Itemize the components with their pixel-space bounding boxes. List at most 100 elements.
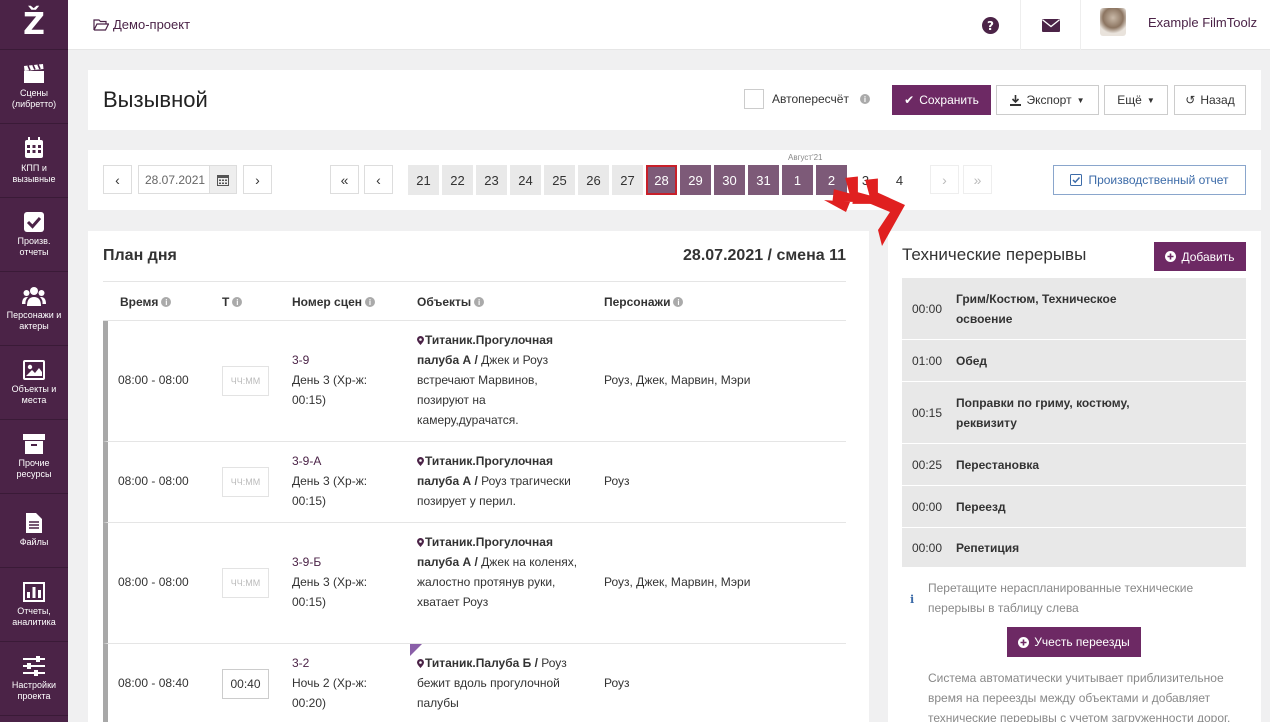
break-item[interactable]: 00:00 Репетиция [902,528,1246,568]
next-page-button[interactable]: › [930,165,959,194]
day-button[interactable]: 31 [748,165,779,195]
duration-input[interactable]: ЧЧ:ММ [222,568,269,598]
next-date-button[interactable]: › [243,165,272,194]
folder-open-icon [93,18,109,31]
autorecalc-checkbox[interactable] [744,89,764,109]
scene-number[interactable]: 3-9 [292,350,392,370]
calendar-panel: ‹ 28.07.2021 › « ‹ Август'21 21 22 23 24… [88,150,1261,210]
break-item[interactable]: 00:25 Перестановка [902,444,1246,486]
table-row[interactable]: 08:00 - 08:00 ЧЧ:ММ 3-9 День 3 (Хр-ж: 00… [103,321,846,442]
scene-number[interactable]: 3-9-А [292,451,392,471]
sidebar-item-scenes[interactable]: Сцены (либретто) [0,50,68,124]
prev-page-button[interactable]: ‹ [364,165,393,194]
break-item[interactable]: 00:00 Грим/Костюм, Техническое освоение [902,278,1246,340]
picture-icon [23,359,45,380]
messages-button[interactable] [1020,0,1080,50]
column-header[interactable]: Время i [120,295,172,309]
row-time: 08:00 - 08:00 [118,474,189,488]
sidebar-item-characters[interactable]: Персонажи и актеры [0,272,68,346]
project-link[interactable]: Демо-проект [93,17,190,32]
transfer-description: Система автоматически учитывает приблизи… [928,671,1231,722]
app-logo[interactable]: Ž [0,0,68,50]
undo-icon: ↺ [1185,93,1196,107]
date-picker[interactable]: 28.07.2021 [138,165,237,194]
sidebar-item-files[interactable]: Файлы [0,494,68,568]
duration-input[interactable]: 00:40 [222,669,269,699]
break-item[interactable]: 00:00 Переезд [902,486,1246,528]
save-button[interactable]: ✔ Сохранить [892,85,991,115]
map-pin-icon [417,457,424,466]
export-button[interactable]: Экспорт ▼ [996,85,1099,115]
help-button[interactable]: ? [960,0,1020,50]
prev-date-button[interactable]: ‹ [103,165,132,194]
sidebar-item-label: Файлы [19,537,49,547]
scene-number[interactable]: 3-2 [292,653,392,673]
save-label: Сохранить [919,93,979,107]
sidebar: Ž Сцены (либретто) КПП и вызывные Произв… [0,0,68,722]
day-button[interactable]: 22 [442,165,473,195]
calendar-icon [25,136,43,158]
breaks-title: Технические перерывы [902,245,1087,264]
day-button[interactable]: 23 [476,165,507,195]
day-button[interactable]: 25 [544,165,575,195]
break-item[interactable]: 01:00 Обед [902,340,1246,382]
sidebar-item-objects[interactable]: Объекты и места [0,346,68,420]
object-cell: Титаник.Палуба Б / Роуз бежит вдоль прог… [417,653,587,713]
duration-input[interactable]: ЧЧ:ММ [222,467,269,497]
map-pin-icon [417,538,424,547]
break-name: Переезд [956,500,1006,514]
table-row[interactable]: 08:00 - 08:00 ЧЧ:ММ 3-9-Б День 3 (Хр-ж: … [103,523,846,644]
object-name[interactable]: Титаник.Палуба Б / [425,656,538,670]
map-pin-icon [417,659,424,668]
project-name: Демо-проект [113,17,191,32]
sidebar-item-reports[interactable]: Произв. отчеты [0,198,68,272]
table-row[interactable]: 08:00 - 08:00 ЧЧ:ММ 3-9-А День 3 (Хр-ж: … [103,442,846,523]
sidebar-item-resources[interactable]: Прочие ресурсы [0,420,68,494]
break-name: Репетиция [956,541,1020,555]
sidebar-item-label: Настройки проекта [11,679,57,701]
day-button[interactable]: 26 [578,165,609,195]
last-page-button[interactable]: » [963,165,992,194]
scene-cell: 3-2 Ночь 2 (Хр-ж: 00:20) [292,653,392,713]
column-header[interactable]: Объекты i [417,295,485,309]
drag-hint: Перетащите нераспланированные технически… [928,581,1194,615]
day-button[interactable]: 24 [510,165,541,195]
table-row[interactable]: 08:00 - 08:40 00:40 3-2 Ночь 2 (Хр-ж: 00… [103,644,846,722]
question-icon: ? [981,16,999,34]
duration-input[interactable]: ЧЧ:ММ [222,366,269,396]
scene-number[interactable]: 3-9-Б [292,552,392,572]
day-button-current[interactable]: 28 [646,165,677,195]
sidebar-item-settings[interactable]: Настройки проекта [0,642,68,716]
info-icon: i [161,297,172,307]
break-time: 00:00 [912,302,943,316]
day-button[interactable]: 29 [680,165,711,195]
calendar-icon[interactable] [209,166,236,193]
day-button[interactable]: 21 [408,165,439,195]
break-item[interactable]: 00:15 Поправки по гриму, костюму, реквиз… [902,382,1246,444]
day-button[interactable]: 30 [714,165,745,195]
user-menu[interactable]: Example FilmToolz [1100,8,1257,36]
sidebar-item-analytics[interactable]: Отчеты, аналитика [0,568,68,642]
column-header[interactable]: Тi [222,295,243,309]
bar-chart-icon [23,581,45,602]
row-time: 08:00 - 08:40 [118,676,189,690]
more-button[interactable]: Ещё ▼ [1104,85,1168,115]
production-report-button[interactable]: Производственный отчет [1053,165,1246,195]
break-time: 00:00 [912,541,943,555]
first-page-button[interactable]: « [330,165,359,194]
back-button[interactable]: ↺ Назад [1174,85,1246,115]
sidebar-item-label: Объекты и места [11,383,57,405]
day-button[interactable]: 1 [782,165,813,195]
account-transfers-button[interactable]: Учесть переезды [1007,627,1141,657]
break-name: Обед [956,354,988,368]
break-time: 00:25 [912,458,943,472]
day-button[interactable]: 27 [612,165,643,195]
add-break-button[interactable]: Добавить [1154,242,1246,271]
sidebar-item-callsheets[interactable]: КПП и вызывные [0,124,68,198]
characters-cell: Роуз, Джек, Марвин, Мэри [604,575,751,589]
plus-circle-icon [1018,636,1030,648]
break-time: 00:15 [912,406,943,420]
break-name: Перестановка [956,458,1040,472]
column-header[interactable]: Персонажи i [604,295,684,309]
column-header[interactable]: Номер сцен i [292,295,376,309]
